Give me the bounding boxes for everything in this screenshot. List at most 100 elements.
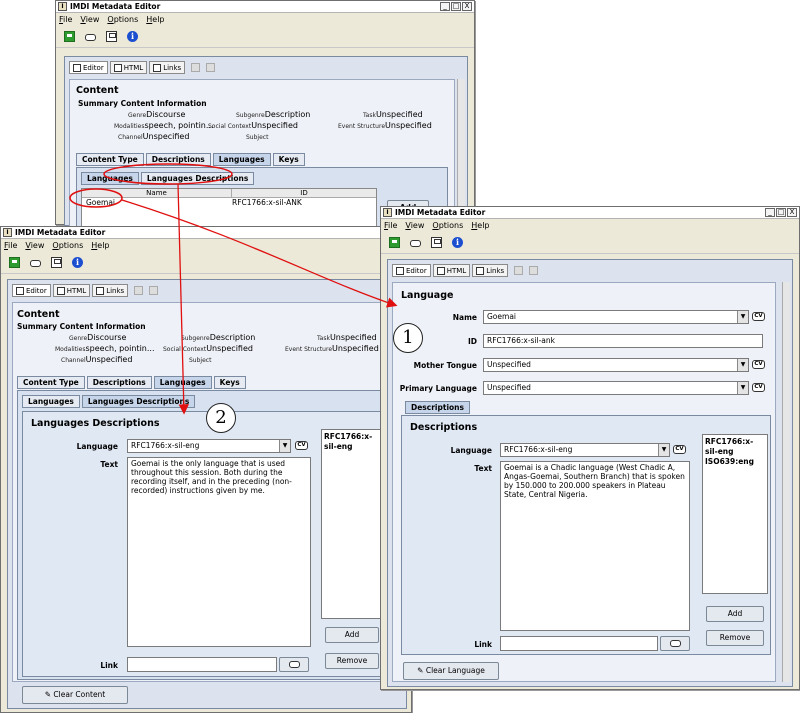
menu-help[interactable]: Help [91,239,109,252]
list-item[interactable]: RFC1766:x-sil-eng [324,432,380,452]
cv-button[interactable]: CV [295,441,308,450]
link-field[interactable] [127,657,277,672]
menu-view[interactable]: View [405,219,424,232]
tab-editor[interactable]: Editor [12,284,51,297]
vertical-scrollbar[interactable] [782,282,790,682]
tab-keys[interactable]: Keys [213,376,246,389]
link-icon[interactable] [410,240,421,247]
menu-file[interactable]: File [59,13,72,26]
subtab-languages-descriptions[interactable]: Languages Descriptions [81,395,196,408]
column-header-name[interactable]: Name [82,189,232,197]
column-header-id[interactable]: ID [232,189,376,197]
back-arrow-icon[interactable] [514,266,524,275]
cv-button[interactable]: CV [752,383,765,392]
minimize-button[interactable]: _ [440,2,450,11]
vertical-scrollbar[interactable] [457,79,465,227]
tab-content-type[interactable]: Content Type [76,153,144,166]
remove-button[interactable]: Remove [325,653,379,669]
link-icon[interactable] [85,34,96,41]
tab-content-type[interactable]: Content Type [17,376,85,389]
tab-keys[interactable]: Keys [272,153,305,166]
menu-file[interactable]: File [4,239,17,252]
list-item[interactable]: ISO639:eng [705,457,765,467]
tab-editor[interactable]: Editor [392,264,431,277]
tab-languages[interactable]: Languages [153,376,212,389]
language-combobox[interactable]: RFC1766:x-sil-eng ▼ [127,439,291,453]
info-icon[interactable]: i [72,257,83,268]
menu-options[interactable]: Options [52,239,83,252]
browse-link-button[interactable] [660,636,690,651]
subtab-languages[interactable]: Languages [22,395,80,408]
maximize-button[interactable]: □ [451,2,461,11]
link-field[interactable] [500,636,658,651]
table-row[interactable]: Goemai RFC1766:x-sil-ANK [82,198,376,207]
back-arrow-icon[interactable] [191,63,201,72]
save-icon[interactable] [431,237,442,248]
clear-content-button[interactable]: ✎ Clear Content [22,686,128,704]
back-window: I IMDI Metadata Editor _ □ X File View O… [55,0,475,228]
menu-help[interactable]: Help [146,13,164,26]
tab-links[interactable]: Links [149,61,186,74]
primary-language-combobox[interactable]: Unspecified ▼ [483,381,749,395]
minimize-button[interactable]: _ [765,208,775,217]
menu-view[interactable]: View [25,239,44,252]
cv-button[interactable]: CV [752,360,765,369]
menu-file[interactable]: File [384,219,397,232]
tab-html[interactable]: HTML [432,264,471,277]
tab-html[interactable]: HTML [109,61,148,74]
links-icon [153,63,162,72]
add-button[interactable]: Add [706,606,764,622]
new-icon[interactable] [64,31,75,42]
name-combobox[interactable]: Goemai ▼ [483,310,749,324]
tab-descriptions[interactable]: Descriptions [86,376,152,389]
new-icon[interactable] [389,237,400,248]
forward-arrow-icon[interactable] [206,63,216,72]
tab-descriptions[interactable]: Descriptions [405,401,470,414]
subtab-languages[interactable]: Languages [81,172,139,185]
clear-language-button[interactable]: ✎ Clear Language [403,662,499,680]
remove-button[interactable]: Remove [706,630,764,646]
save-icon[interactable] [51,257,62,268]
subtab-languages-descriptions[interactable]: Languages Descriptions [140,172,255,185]
language-label: Language [76,442,118,451]
list-item[interactable]: RFC1766:x-sil-eng [705,437,765,457]
new-icon[interactable] [9,257,20,268]
back-arrow-icon[interactable] [134,286,144,295]
forward-arrow-icon[interactable] [529,266,539,275]
tab-descriptions[interactable]: Descriptions [145,153,211,166]
menu-view[interactable]: View [80,13,99,26]
chevron-down-icon[interactable]: ▼ [737,359,748,371]
close-button[interactable]: X [787,208,797,217]
tab-html[interactable]: HTML [52,284,91,297]
language-list[interactable]: RFC1766:x-sil-eng ISO639:eng [702,434,768,594]
row-id: RFC1766:x-sil-ANK [232,198,302,207]
text-area[interactable]: Goemai is a Chadic language (West Chadic… [500,461,690,631]
tab-links[interactable]: Links [92,284,129,297]
link-icon[interactable] [30,260,41,267]
tab-editor[interactable]: Editor [69,61,108,74]
tab-links[interactable]: Links [472,264,509,277]
cv-button[interactable]: CV [673,445,686,454]
chevron-down-icon[interactable]: ▼ [658,444,669,456]
save-icon[interactable] [106,31,117,42]
maximize-button[interactable]: □ [776,208,786,217]
menu-options[interactable]: Options [107,13,138,26]
browse-link-button[interactable] [279,657,309,672]
menu-help[interactable]: Help [471,219,489,232]
info-icon[interactable]: i [127,31,138,42]
chevron-down-icon[interactable]: ▼ [737,382,748,394]
info-icon[interactable]: i [452,237,463,248]
text-area[interactable]: Goemai is the only language that is used… [127,457,311,647]
add-button[interactable]: Add [325,627,379,643]
chevron-down-icon[interactable]: ▼ [737,311,748,323]
language-combobox[interactable]: RFC1766:x-sil-eng ▼ [500,443,670,457]
tab-languages[interactable]: Languages [212,153,271,166]
chevron-down-icon[interactable]: ▼ [279,440,290,452]
forward-arrow-icon[interactable] [149,286,159,295]
close-button[interactable]: X [462,2,472,11]
cv-button[interactable]: CV [752,312,765,321]
language-list[interactable]: RFC1766:x-sil-eng [321,429,383,619]
id-field[interactable]: RFC1766:x-sil-ank [483,334,763,348]
mother-tongue-combobox[interactable]: Unspecified ▼ [483,358,749,372]
menu-options[interactable]: Options [432,219,463,232]
